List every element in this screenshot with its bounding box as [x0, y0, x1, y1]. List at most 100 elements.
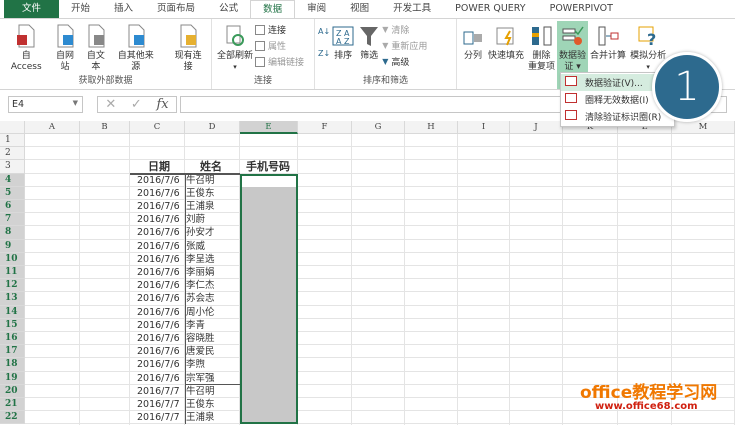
chevron-down-icon[interactable]: ▼ [73, 99, 78, 107]
row-header-12[interactable]: 12 [0, 279, 25, 293]
date-cell[interactable]: 2016/7/7 [137, 398, 180, 411]
date-cell[interactable]: 2016/7/6 [137, 306, 180, 319]
name-cell[interactable]: 张威 [186, 240, 205, 253]
date-cell[interactable]: 2016/7/6 [137, 358, 180, 371]
name-cell[interactable]: 李仁杰 [186, 279, 215, 292]
name-cell[interactable]: 李呈选 [186, 253, 215, 266]
row-header-6[interactable]: 6 [0, 200, 25, 214]
tab-0[interactable]: 文件 [4, 0, 60, 18]
column-header-A[interactable]: A [25, 121, 80, 134]
date-cell[interactable]: 2016/7/6 [137, 174, 180, 187]
name-cell[interactable]: 王俊东 [186, 187, 215, 200]
name-cell[interactable]: 容晓胜 [186, 332, 215, 345]
row-header-13[interactable]: 13 [0, 292, 25, 306]
tab-9[interactable]: POWER QUERY [443, 0, 537, 18]
tab-5[interactable]: 数据 [250, 0, 296, 18]
row-header-16[interactable]: 16 [0, 332, 25, 346]
name-cell[interactable]: 李青 [186, 319, 205, 332]
row-header-22[interactable]: 22 [0, 411, 25, 425]
row-header-4[interactable]: 4 [0, 173, 25, 187]
date-cell[interactable]: 2016/7/6 [137, 319, 180, 332]
row-header-9[interactable]: 9 [0, 239, 25, 253]
cancel-icon[interactable]: ✕ [105, 97, 116, 112]
connection-item-1[interactable]: 属性 [255, 39, 304, 52]
row-header-21[interactable]: 21 [0, 398, 25, 412]
column-header-M[interactable]: M [672, 121, 735, 134]
name-cell[interactable]: 李煦 [186, 358, 205, 371]
date-cell[interactable]: 2016/7/6 [137, 187, 180, 200]
date-cell[interactable]: 2016/7/6 [137, 332, 180, 345]
name-box[interactable]: E4 ▼ [8, 95, 83, 113]
date-cell[interactable]: 2016/7/6 [137, 240, 180, 253]
column-header-H[interactable]: H [405, 121, 458, 134]
selected-range[interactable] [240, 173, 298, 425]
column-header-D[interactable]: D [185, 121, 240, 134]
name-cell[interactable]: 刘蔚 [186, 213, 205, 226]
date-cell[interactable]: 2016/7/7 [137, 411, 180, 424]
row-header-19[interactable]: 19 [0, 371, 25, 385]
enter-icon[interactable]: ✓ [131, 97, 142, 112]
filter-item-0[interactable]: ▼ 清除 [382, 23, 427, 36]
row-header-20[interactable]: 20 [0, 384, 25, 398]
row-header-5[interactable]: 5 [0, 186, 25, 200]
column-header-G[interactable]: G [352, 121, 405, 134]
tab-7[interactable]: 视图 [338, 0, 381, 18]
name-cell[interactable]: 王浦泉 [186, 411, 215, 424]
date-cell[interactable]: 2016/7/6 [137, 226, 180, 239]
date-cell[interactable]: 2016/7/6 [137, 213, 180, 226]
name-cell[interactable]: 周小伦 [186, 306, 215, 319]
date-cell[interactable]: 2016/7/6 [137, 253, 180, 266]
name-cell[interactable]: 苏会志 [186, 292, 215, 305]
date-cell[interactable]: 2016/7/7 [137, 385, 180, 398]
insert-function-icon[interactable]: fx [156, 97, 168, 112]
row-header-17[interactable]: 17 [0, 345, 25, 359]
tab-4[interactable]: 公式 [207, 0, 250, 18]
row-header-8[interactable]: 8 [0, 226, 25, 240]
name-cell[interactable]: 唐爱民 [186, 345, 215, 358]
tab-2[interactable]: 插入 [102, 0, 145, 18]
column-header-C[interactable]: C [130, 121, 185, 134]
row-header-3[interactable]: 3 [0, 160, 25, 174]
column-header-I[interactable]: I [458, 121, 510, 134]
row-header-14[interactable]: 14 [0, 305, 25, 319]
column-header-J[interactable]: J [510, 121, 563, 134]
text-to-columns-button[interactable]: 分列 [460, 21, 486, 89]
tab-6[interactable]: 审阅 [295, 0, 338, 18]
select-all-corner[interactable] [0, 121, 25, 134]
tab-10[interactable]: POWERPIVOT [538, 0, 625, 18]
active-cell-e4[interactable] [242, 175, 296, 187]
column-header-B[interactable]: B [80, 121, 130, 134]
row-header-2[interactable]: 2 [0, 147, 25, 161]
name-cell[interactable]: 牛召明 [186, 385, 215, 398]
row-header-18[interactable]: 18 [0, 358, 25, 372]
name-cell[interactable]: 王浦泉 [186, 200, 215, 213]
sort-az-icon[interactable]: A↓ [318, 27, 330, 36]
tab-1[interactable]: 开始 [59, 0, 102, 18]
tab-3[interactable]: 页面布局 [145, 0, 207, 18]
date-cell[interactable]: 2016/7/6 [137, 279, 180, 292]
date-cell[interactable]: 2016/7/6 [137, 345, 180, 358]
name-cell[interactable]: 宗军强 [186, 372, 215, 385]
tab-8[interactable]: 开发工具 [381, 0, 443, 18]
name-cell[interactable]: 李丽娟 [186, 266, 215, 279]
connection-item-2[interactable]: 编辑链接 [255, 55, 304, 68]
sort-za-icon[interactable]: Z↓ [318, 49, 330, 58]
name-cell[interactable]: 孙安才 [186, 226, 215, 239]
date-cell[interactable]: 2016/7/6 [137, 266, 180, 279]
date-cell[interactable]: 2016/7/6 [137, 372, 180, 385]
row-header-10[interactable]: 10 [0, 252, 25, 266]
row-header-1[interactable]: 1 [0, 134, 25, 148]
name-cell[interactable]: 牛召明 [186, 174, 215, 187]
remove-duplicates-button[interactable]: 删除 重复项 [526, 21, 557, 89]
flash-fill-button[interactable]: 快速填充 [486, 21, 526, 89]
column-header-E[interactable]: E [240, 121, 298, 134]
filter-item-1[interactable]: ▼ 重新应用 [382, 39, 427, 52]
filter-item-2[interactable]: ▼ 高级 [382, 55, 427, 68]
menu-item-2[interactable]: 清除验证标识圈(R) [561, 108, 674, 125]
date-cell[interactable]: 2016/7/6 [137, 200, 180, 213]
row-header-7[interactable]: 7 [0, 213, 25, 227]
name-cell[interactable]: 王俊东 [186, 398, 215, 411]
row-header-11[interactable]: 11 [0, 266, 25, 280]
date-cell[interactable]: 2016/7/6 [137, 292, 180, 305]
connection-item-0[interactable]: 连接 [255, 23, 304, 36]
